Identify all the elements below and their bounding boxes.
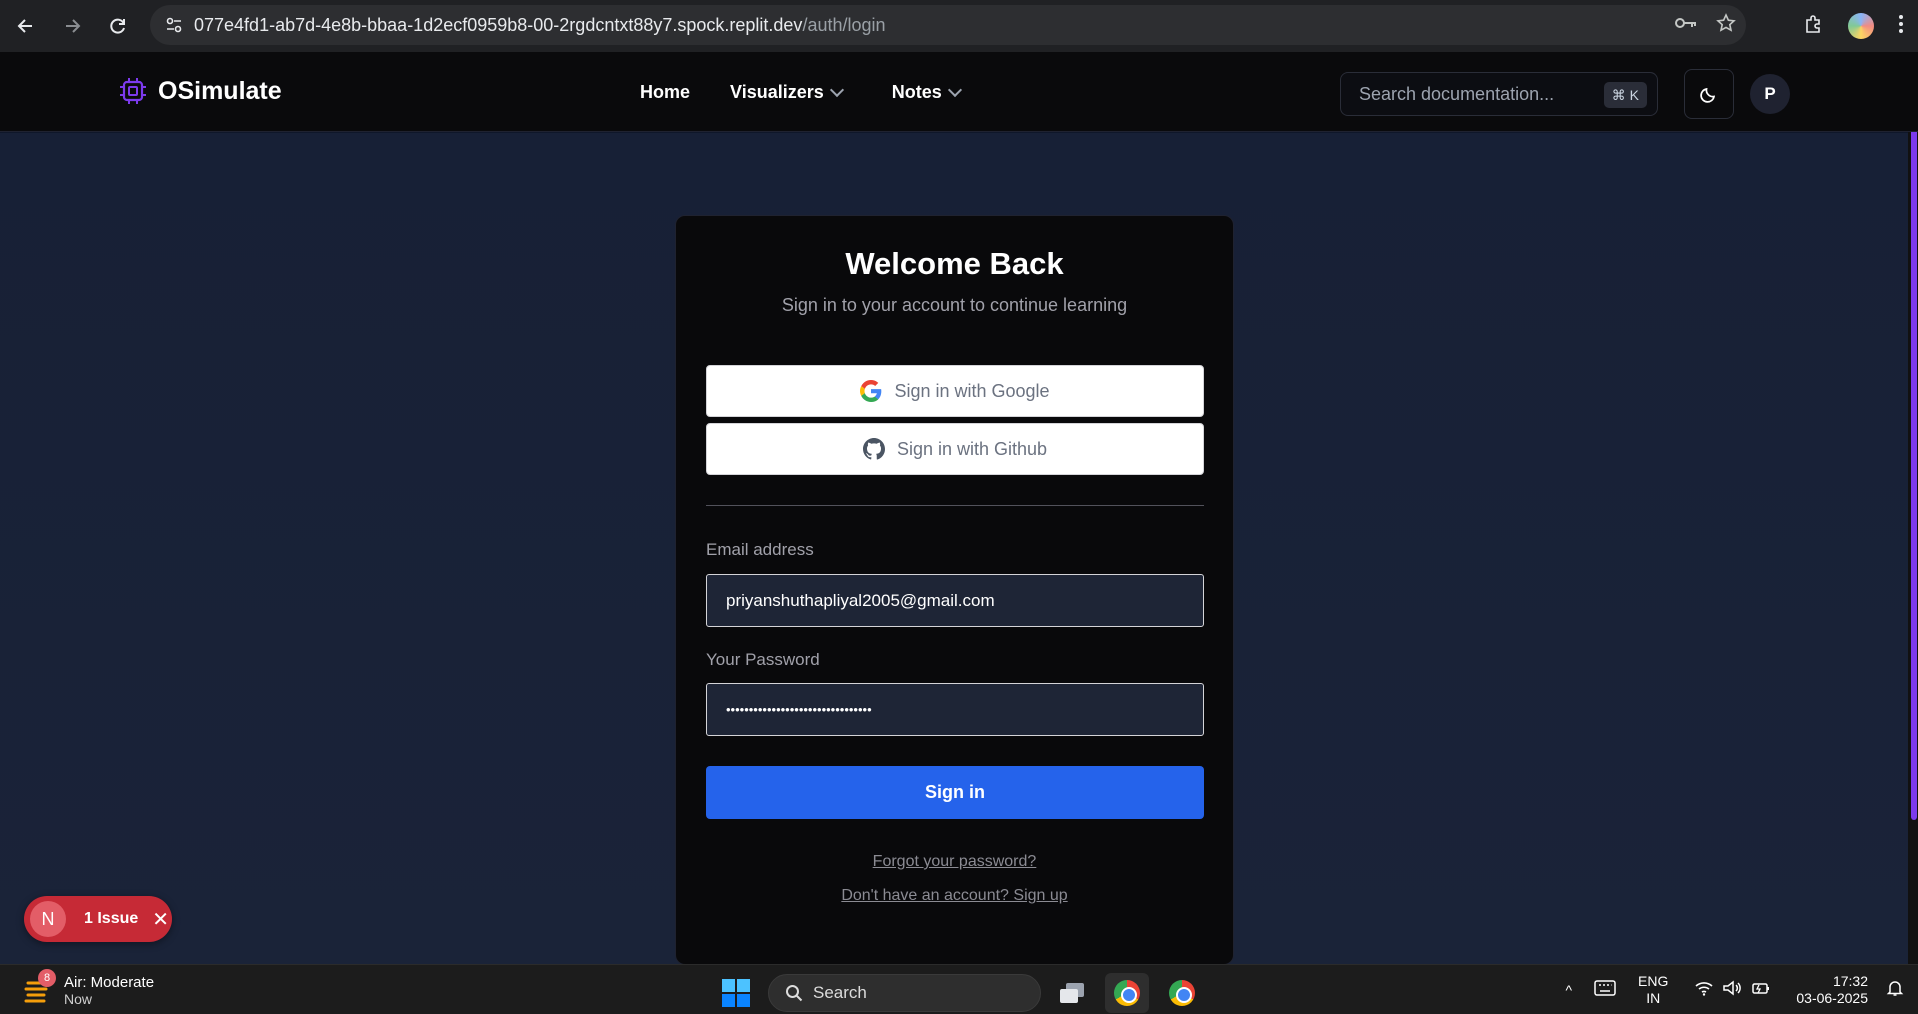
taskbar-search-label: Search (813, 983, 867, 1002)
url-text: 077e4fd1-ab7d-4e8b-bbaa-1d2ecf0959b8-00-… (194, 15, 886, 36)
volume-icon[interactable] (1722, 980, 1742, 1000)
keyboard-icon[interactable] (1594, 980, 1616, 1000)
clock[interactable]: 17:32 03-06-2025 (1796, 973, 1868, 1007)
chevron-down-icon (829, 82, 844, 97)
password-key-icon[interactable] (1674, 15, 1698, 36)
clock-date: 03-06-2025 (1796, 990, 1868, 1006)
issue-count: 1 Issue (84, 910, 139, 927)
password-label: Your Password (706, 650, 820, 669)
url-path: /auth/login (802, 14, 886, 35)
nav-notes-label: Notes (891, 81, 942, 102)
battery-icon[interactable] (1750, 980, 1770, 1000)
chrome-profile-taskbar-icon[interactable] (1160, 973, 1204, 1013)
profile-avatar-icon[interactable] (1848, 13, 1874, 39)
browser-toolbar: 077e4fd1-ab7d-4e8b-bbaa-1d2ecf0959b8-00-… (0, 0, 1918, 52)
brand-logo[interactable]: OSimulate (118, 76, 282, 106)
address-bar[interactable]: 077e4fd1-ab7d-4e8b-bbaa-1d2ecf0959b8-00-… (150, 5, 1746, 45)
signup-link[interactable]: Don't have an account? Sign up (676, 887, 1233, 905)
login-card: Welcome Back Sign in to your account to … (675, 215, 1234, 965)
taskbar-search[interactable]: Search (768, 974, 1041, 1012)
nav-home[interactable]: Home (640, 82, 690, 103)
signin-button[interactable]: Sign in (706, 766, 1204, 819)
chevron-down-icon (947, 82, 962, 97)
search-shortcut-badge: ⌘ K (1603, 82, 1647, 108)
air-quality-icon: 8 (24, 969, 56, 1007)
wifi-icon[interactable] (1694, 980, 1714, 1000)
scrollbar-thumb[interactable] (1911, 56, 1917, 820)
weather-badge: 8 (38, 969, 56, 987)
moon-icon (1700, 87, 1716, 103)
google-signin-button[interactable]: Sign in with Google (706, 365, 1204, 417)
forward-icon[interactable] (52, 6, 92, 46)
login-subtitle: Sign in to your account to continue lear… (781, 295, 1128, 315)
google-signin-label: Sign in with Google (894, 380, 1050, 401)
github-signin-label: Sign in with Github (896, 438, 1048, 459)
site-info-icon[interactable] (154, 15, 194, 35)
user-avatar[interactable]: P (1750, 74, 1790, 114)
nav-visualizers[interactable]: Visualizers (730, 81, 844, 103)
email-label: Email address (706, 540, 814, 559)
back-icon[interactable] (6, 6, 46, 46)
email-value: priyanshuthapliyal2005@gmail.com (726, 590, 995, 610)
site-header: OSimulate Home Visualizers Notes Search … (0, 52, 1918, 132)
divider (706, 505, 1204, 506)
windows-start-icon[interactable] (722, 979, 750, 1007)
menu-kebab-icon[interactable] (1898, 14, 1904, 39)
notifications-icon[interactable] (1886, 979, 1904, 1001)
issue-badge[interactable]: N 1 Issue ✕ (24, 896, 172, 942)
bookmark-star-icon[interactable] (1716, 12, 1736, 38)
docs-search-input[interactable]: Search documentation... ⌘ K (1340, 72, 1658, 116)
task-view-icon[interactable] (1050, 973, 1094, 1013)
theme-toggle-button[interactable] (1684, 69, 1734, 119)
password-field[interactable]: •••••••••••••••••••••••••••••••• (706, 683, 1204, 736)
system-tray: ^ ENG IN 17:32 03-06-2025 (1543, 965, 1918, 1014)
chrome-taskbar-icon[interactable] (1105, 973, 1149, 1013)
weather-title: Air: Moderate (64, 973, 155, 991)
weather-widget[interactable]: 8 Air: Moderate Now (24, 969, 155, 1007)
chrome-icon (1114, 980, 1140, 1006)
reload-icon[interactable] (98, 6, 138, 46)
extensions-icon[interactable] (1804, 14, 1824, 39)
tray-chevron-up-icon[interactable]: ^ (1565, 982, 1572, 999)
clock-time: 17:32 (1832, 973, 1868, 989)
google-icon (860, 380, 882, 402)
forgot-password-link[interactable]: Forgot your password? (676, 853, 1233, 871)
search-icon (786, 985, 803, 1002)
main-nav: Home Visualizers Notes (640, 52, 962, 132)
login-title: Welcome Back (845, 246, 1064, 281)
github-icon (862, 438, 885, 460)
cpu-icon (120, 78, 146, 104)
nav-home-label: Home (640, 81, 691, 102)
email-field[interactable]: priyanshuthapliyal2005@gmail.com (706, 574, 1204, 627)
lang-bottom: IN (1646, 990, 1661, 1006)
taskbar: 8 Air: Moderate Now Search ^ ENG IN 17:3… (0, 964, 1918, 1014)
close-icon[interactable]: ✕ (152, 907, 169, 932)
weather-sub: Now (64, 990, 93, 1007)
nav-notes[interactable]: Notes (891, 81, 962, 103)
brand-name: OSimulate (158, 76, 282, 105)
chrome-icon (1169, 980, 1195, 1006)
password-value: •••••••••••••••••••••••••••••••• (726, 702, 872, 717)
github-signin-button[interactable]: Sign in with Github (706, 423, 1204, 475)
url-host: 077e4fd1-ab7d-4e8b-bbaa-1d2ecf0959b8-00-… (194, 14, 803, 35)
lang-top: ENG (1638, 973, 1669, 989)
nav-visualizers-label: Visualizers (730, 81, 824, 102)
nextjs-logo-icon: N (30, 901, 66, 937)
language-indicator[interactable]: ENG IN (1638, 973, 1668, 1007)
search-placeholder: Search documentation... (1359, 83, 1555, 104)
